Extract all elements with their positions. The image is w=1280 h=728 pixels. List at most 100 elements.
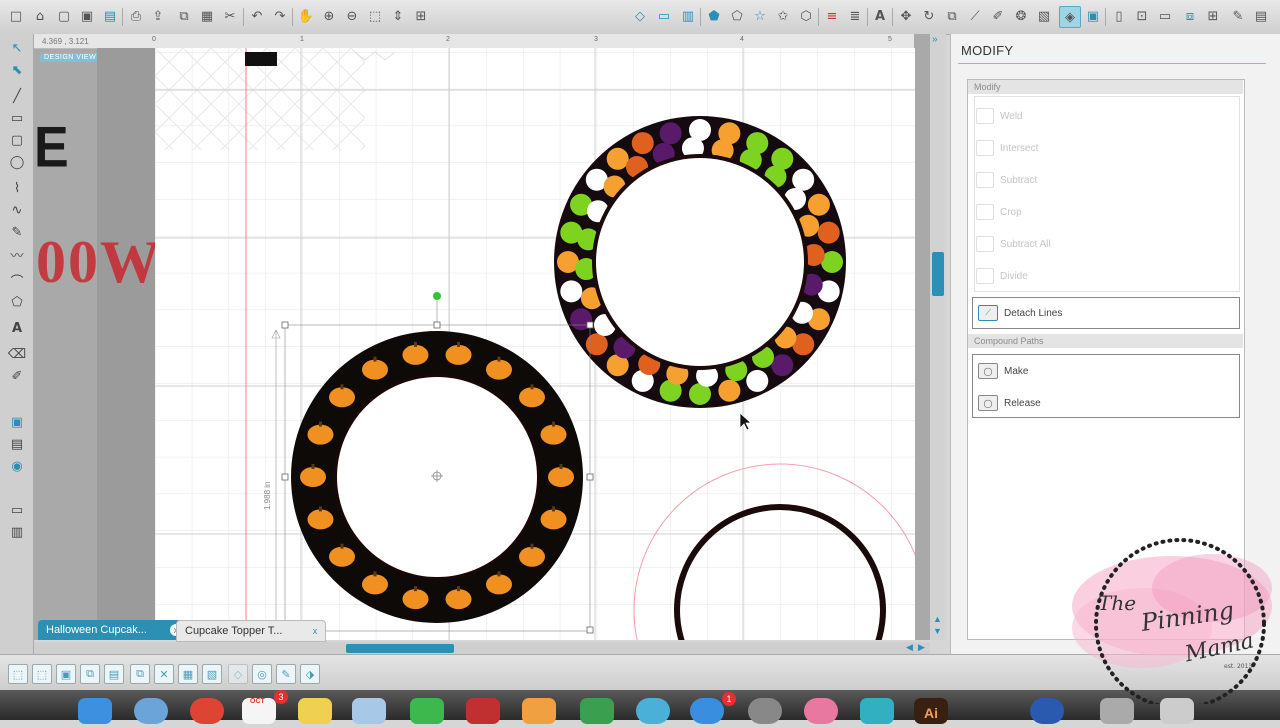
panel-title: MODIFY [961, 43, 1014, 58]
messages-icon[interactable] [860, 698, 894, 724]
polka-dot-ring[interactable] [554, 116, 846, 408]
pumpkin-shape [329, 387, 356, 408]
panel-divider [958, 63, 1266, 64]
pumpkin-shape [329, 546, 356, 567]
calendar-icon[interactable]: OCT [242, 698, 276, 724]
pumpkin-shape [518, 387, 545, 408]
crop-label: Crop [1000, 206, 1022, 218]
ungroup-icon[interactable]: ⧉ [80, 664, 100, 684]
illustrator-icon[interactable]: Ai [914, 698, 948, 724]
subtract-button[interactable]: Subtract [976, 172, 1037, 188]
pumpkin-shape [300, 467, 326, 487]
pumpkin-shape [402, 589, 429, 610]
pumpkin-shape [540, 509, 567, 530]
weld-button[interactable]: Weld [976, 108, 1023, 124]
ibooks-icon[interactable] [522, 698, 556, 724]
close-icon[interactable]: x [309, 625, 321, 637]
modify-section [974, 96, 1240, 292]
color-picker-icon[interactable] [804, 698, 838, 724]
trace-bottom-icon[interactable]: ✎ [276, 664, 296, 684]
deselect-icon[interactable]: ⬚ [32, 664, 52, 684]
pumpkin-shape [402, 344, 429, 365]
crop-button[interactable]: Crop [976, 204, 1022, 220]
height-dimension-label: 1.988 in [263, 481, 272, 510]
intersect-label: Intersect [1000, 142, 1039, 154]
vertical-scrollbar[interactable]: » ▲ ▼ [930, 34, 946, 640]
weld-icon [976, 108, 994, 124]
pumpkin-shape [362, 574, 388, 595]
make-compound-icon[interactable]: ▤ [104, 664, 124, 684]
polka-dot [659, 122, 682, 145]
tab-cupcake-topper[interactable]: Cupcake Topper T... x [176, 620, 326, 642]
polka-dot [817, 221, 840, 244]
system-preferences-icon[interactable] [748, 698, 782, 724]
pumpkin-shape [307, 509, 334, 530]
subtract-label: Subtract [1000, 174, 1038, 186]
scroll-left-icon[interactable]: ◀ [906, 642, 913, 653]
weld-label: Weld [1000, 110, 1023, 122]
pumpkin-shape [486, 574, 512, 595]
make-compound-button[interactable]: ◯ Make [978, 363, 1028, 379]
rotate-handle[interactable] [433, 292, 441, 300]
pumpkin-shape [445, 589, 472, 610]
network-icon[interactable] [1030, 698, 1064, 724]
polka-dot [746, 369, 769, 392]
send-back-icon[interactable]: ▧ [202, 664, 222, 684]
delete-icon[interactable]: ✕ [154, 664, 174, 684]
detach-lines-button[interactable]: ⟋ Detach Lines [978, 305, 1062, 321]
resize-handle[interactable] [281, 321, 289, 329]
app-store-icon[interactable] [690, 698, 724, 724]
subtract-all-icon [976, 236, 994, 252]
chrome-icon[interactable] [190, 698, 224, 724]
offset-bottom-icon[interactable]: ◎ [252, 664, 272, 684]
resize-handle[interactable] [586, 321, 594, 329]
scroll-right-icon[interactable]: ▶ [918, 642, 925, 653]
pumpkin-shape [486, 359, 512, 380]
polka-dot [807, 193, 830, 216]
group-icon[interactable]: ▣ [56, 664, 76, 684]
notes-icon[interactable] [298, 698, 332, 724]
photo-booth-icon[interactable] [466, 698, 500, 724]
silhouette-studio-icon[interactable] [636, 698, 670, 724]
resize-handle[interactable] [433, 321, 441, 329]
pumpkin-shape [445, 344, 472, 365]
weld-icon[interactable]: ◇ [228, 664, 248, 684]
make-label: Make [1004, 365, 1029, 377]
select-all-icon[interactable]: ⬚ [8, 664, 28, 684]
duplicate-icon[interactable]: ⧉ [130, 664, 150, 684]
numbers-icon[interactable] [580, 698, 614, 724]
resize-handle[interactable] [586, 473, 594, 481]
pumpkin-shape [307, 424, 334, 445]
intersect-button[interactable]: Intersect [976, 140, 1038, 156]
pumpkin-shape [362, 359, 388, 380]
detach-lines-icon: ⟋ [978, 305, 998, 321]
resize-handle[interactable] [281, 473, 289, 481]
scroll-down-icon[interactable]: ▼ [933, 626, 942, 636]
mouse-cursor-icon [739, 412, 753, 431]
finder-icon[interactable] [78, 698, 112, 724]
divide-button[interactable]: Divide [976, 268, 1028, 284]
polka-dot [631, 132, 654, 155]
pumpkin-shape [518, 546, 545, 567]
resize-handle[interactable] [586, 626, 594, 634]
subtract-all-button[interactable]: Subtract All [976, 236, 1051, 252]
launchpad-icon[interactable] [134, 698, 168, 724]
replicate-bottom-icon[interactable]: ⬗ [300, 664, 320, 684]
polka-dot [606, 147, 629, 170]
pumpkin-shape [540, 424, 567, 445]
release-label: Release [1004, 397, 1041, 409]
collapse-panel-icon[interactable]: » [932, 34, 938, 45]
horizontal-scroll-thumb[interactable] [346, 644, 454, 653]
polka-dot [792, 168, 815, 191]
scroll-up-icon[interactable]: ▲ [933, 614, 942, 624]
facetime-icon[interactable] [410, 698, 444, 724]
vertical-scroll-thumb[interactable] [932, 252, 944, 296]
polka-dot [560, 280, 583, 303]
calendar-month: OCT [250, 698, 265, 705]
bring-front-icon[interactable]: ▦ [178, 664, 198, 684]
preview-icon[interactable] [352, 698, 386, 724]
tab-halloween-cupcake[interactable]: Halloween Cupcak... x [38, 620, 186, 640]
polka-dot [585, 333, 608, 356]
horizontal-scrollbar[interactable]: ◀ ▶ [34, 642, 930, 654]
release-compound-button[interactable]: ◯ Release [978, 395, 1041, 411]
